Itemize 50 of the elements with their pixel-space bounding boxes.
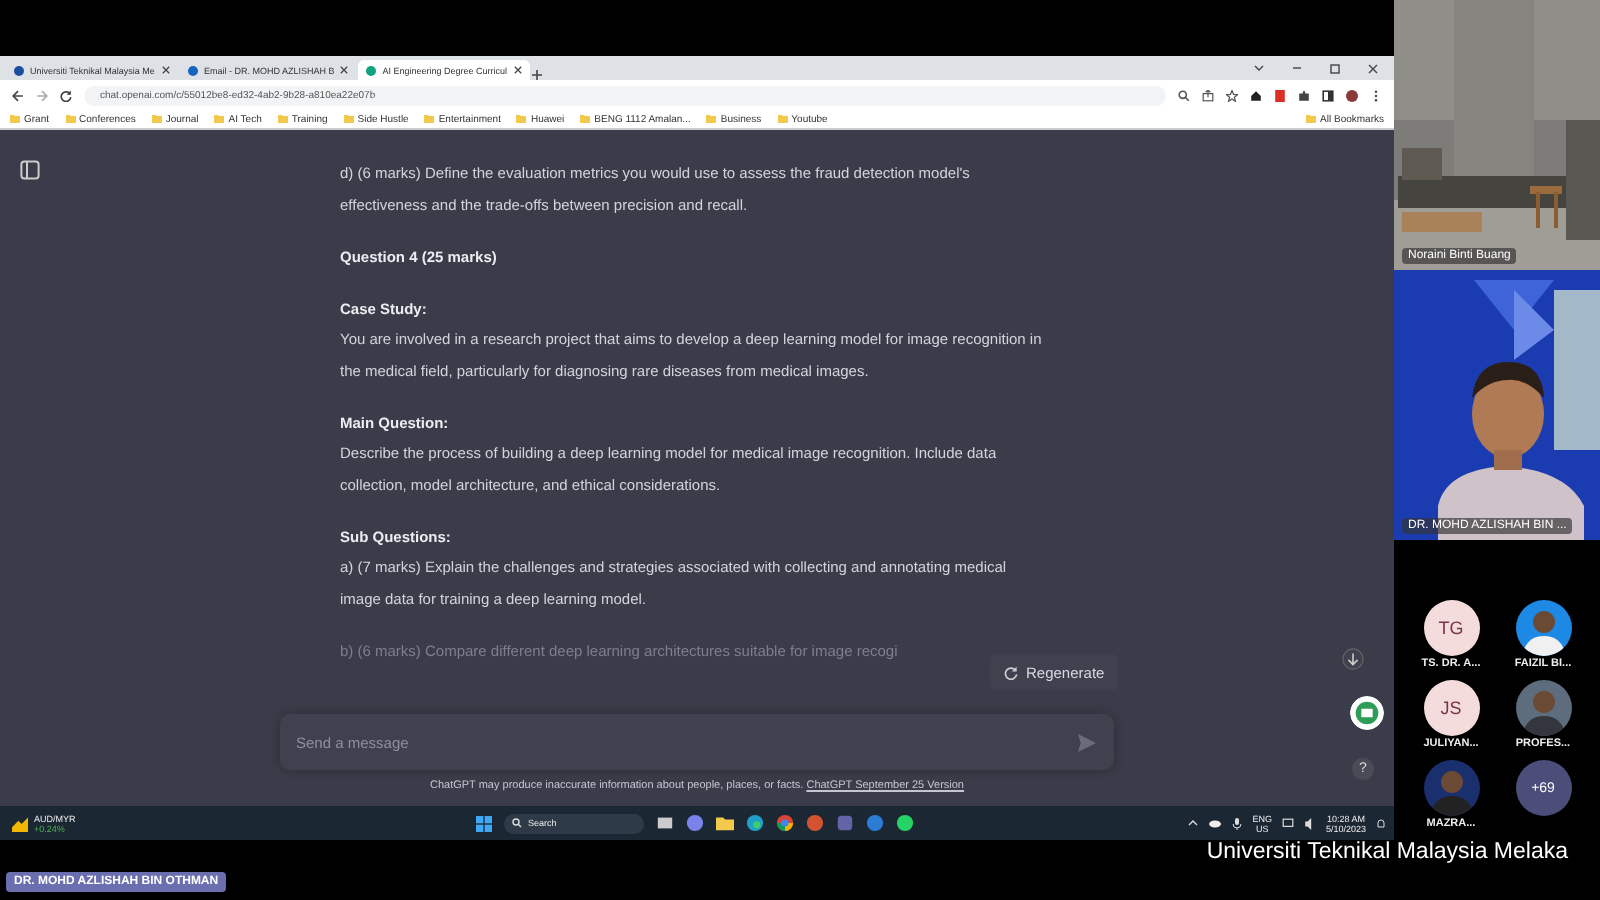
- folder-icon[interactable]: [716, 814, 734, 832]
- chrome-icon[interactable]: [776, 814, 794, 832]
- monitor-icon[interactable]: [1281, 817, 1294, 829]
- folder-icon: [1306, 114, 1317, 124]
- windows-icon[interactable]: [476, 815, 492, 831]
- microphone-icon[interactable]: [1232, 817, 1243, 829]
- speaker-icon[interactable]: [1303, 817, 1316, 829]
- close-icon[interactable]: [1368, 63, 1378, 73]
- avatar-icon[interactable]: [1346, 89, 1358, 101]
- chevron-down-icon[interactable]: [1254, 63, 1264, 71]
- site-icon: [14, 65, 24, 75]
- close-icon[interactable]: [514, 66, 523, 74]
- folder-icon: [706, 114, 717, 124]
- minimize-icon[interactable]: [1292, 63, 1302, 71]
- folder-icon: [151, 114, 162, 124]
- star-icon[interactable]: [1226, 89, 1238, 101]
- scroll-down-icon[interactable]: [1342, 648, 1364, 670]
- folder-icon: [424, 114, 435, 124]
- folder-icon: [65, 114, 76, 124]
- search-icon[interactable]: [1178, 89, 1190, 101]
- folder-icon: [343, 114, 354, 124]
- caption-text: Universiti Teknikal Malaysia Melaka: [1206, 840, 1568, 864]
- extension-badge-icon[interactable]: [1350, 696, 1384, 730]
- home-icon[interactable]: [1250, 89, 1262, 101]
- folder-icon: [580, 114, 591, 124]
- close-icon[interactable]: [162, 66, 170, 74]
- folder-icon: [10, 114, 20, 124]
- site-icon: [188, 65, 198, 75]
- reload-icon[interactable]: [60, 89, 72, 101]
- refresh-icon: [1004, 665, 1018, 679]
- search-icon: [512, 818, 522, 828]
- cloud-icon[interactable]: [1208, 818, 1223, 828]
- chart-icon[interactable]: [12, 815, 28, 831]
- chevron-up-icon[interactable]: [1188, 818, 1199, 828]
- folder-icon: [214, 114, 225, 124]
- avatar[interactable]: JS: [1423, 680, 1479, 736]
- close-icon[interactable]: [340, 66, 349, 74]
- plus-icon[interactable]: [532, 70, 543, 80]
- share-icon[interactable]: [1202, 89, 1214, 101]
- maximize-icon[interactable]: [1330, 63, 1340, 73]
- folder-icon: [277, 114, 288, 124]
- back-icon[interactable]: [12, 89, 24, 101]
- folder-icon: [516, 114, 527, 124]
- site-icon: [366, 65, 377, 75]
- sidebar-icon[interactable]: [1322, 89, 1334, 101]
- more-icon[interactable]: [1370, 89, 1382, 101]
- task-view-icon[interactable]: [656, 814, 674, 832]
- avatar[interactable]: TG: [1423, 600, 1479, 656]
- sidebar-toggle-icon[interactable]: [20, 160, 40, 180]
- folder-icon: [777, 114, 788, 124]
